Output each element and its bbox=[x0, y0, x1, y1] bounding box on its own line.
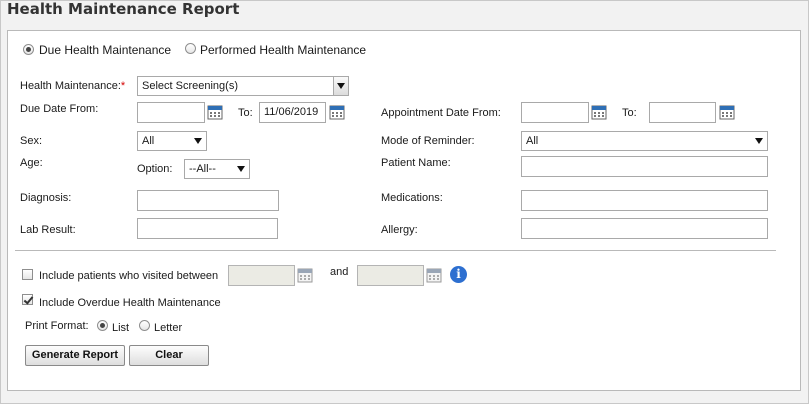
medications-input[interactable] bbox=[521, 190, 768, 211]
section-divider bbox=[15, 250, 776, 251]
health-maintenance-select[interactable]: Select Screening(s) bbox=[137, 76, 349, 96]
due-date-to-label: To: bbox=[238, 107, 253, 119]
mode-of-reminder-label: Mode of Reminder: bbox=[381, 135, 475, 147]
health-maintenance-label: Health Maintenance:* bbox=[20, 80, 126, 92]
chevron-down-icon bbox=[237, 166, 245, 172]
lab-result-label: Lab Result: bbox=[20, 224, 76, 236]
health-maintenance-select-value: Select Screening(s) bbox=[142, 80, 238, 92]
visited-end-date-input[interactable] bbox=[357, 265, 424, 286]
mode-of-reminder-select[interactable]: All bbox=[521, 131, 768, 151]
chevron-down-icon bbox=[333, 77, 348, 95]
allergy-input[interactable] bbox=[521, 218, 768, 239]
appointment-date-to-label: To: bbox=[622, 107, 637, 119]
print-format-letter-radio[interactable] bbox=[139, 320, 150, 331]
info-icon[interactable]: i bbox=[450, 266, 467, 283]
calendar-icon[interactable] bbox=[424, 265, 444, 285]
print-format-list-radio[interactable] bbox=[97, 320, 108, 331]
age-option-label: Option: bbox=[137, 163, 173, 175]
include-overdue-checkbox[interactable] bbox=[22, 294, 33, 305]
appointment-date-to-input[interactable] bbox=[649, 102, 716, 123]
print-format-label: Print Format: bbox=[25, 320, 89, 332]
due-date-from-input[interactable] bbox=[137, 102, 205, 123]
due-date-to-input[interactable]: 11/06/2019 bbox=[259, 102, 326, 123]
due-date-from-label: Due Date From: bbox=[20, 103, 99, 115]
lab-result-input[interactable] bbox=[137, 218, 278, 239]
calendar-icon[interactable] bbox=[717, 102, 737, 122]
calendar-icon[interactable] bbox=[589, 102, 609, 122]
patient-name-input[interactable] bbox=[521, 156, 768, 177]
due-health-maintenance-radio[interactable] bbox=[23, 44, 34, 55]
age-option-select[interactable]: --All-- bbox=[184, 159, 250, 179]
diagnosis-label: Diagnosis: bbox=[20, 192, 72, 204]
include-overdue-label[interactable]: Include Overdue Health Maintenance bbox=[39, 297, 221, 309]
age-label: Age: bbox=[20, 157, 43, 169]
appointment-date-from-input[interactable] bbox=[521, 102, 589, 123]
visited-start-date-input[interactable] bbox=[228, 265, 295, 286]
required-marker: * bbox=[120, 80, 126, 92]
calendar-icon[interactable] bbox=[205, 102, 225, 122]
visited-between-label[interactable]: Include patients who visited between bbox=[39, 270, 218, 282]
diagnosis-input[interactable] bbox=[137, 190, 279, 211]
medications-label: Medications: bbox=[381, 192, 443, 204]
mode-of-reminder-select-value: All bbox=[526, 135, 539, 147]
generate-report-button[interactable]: Generate Report bbox=[25, 345, 125, 366]
performed-health-maintenance-label[interactable]: Performed Health Maintenance bbox=[200, 43, 366, 57]
chevron-down-icon bbox=[194, 138, 202, 144]
age-option-select-value: --All-- bbox=[189, 163, 216, 175]
sex-select-value: All bbox=[142, 135, 155, 147]
chevron-down-icon bbox=[755, 138, 763, 144]
sex-select[interactable]: All bbox=[137, 131, 207, 151]
patient-name-label: Patient Name: bbox=[381, 157, 451, 169]
print-format-letter-label[interactable]: Letter bbox=[154, 322, 182, 334]
page-title: Health Maintenance Report bbox=[7, 0, 240, 18]
performed-health-maintenance-radio[interactable] bbox=[185, 43, 196, 54]
calendar-icon[interactable] bbox=[327, 102, 347, 122]
print-format-list-label[interactable]: List bbox=[112, 322, 129, 334]
visited-and-label: and bbox=[330, 266, 349, 278]
visited-between-checkbox[interactable] bbox=[22, 269, 33, 280]
allergy-label: Allergy: bbox=[381, 224, 418, 236]
clear-button[interactable]: Clear bbox=[129, 345, 209, 366]
due-health-maintenance-label[interactable]: Due Health Maintenance bbox=[39, 43, 171, 57]
appointment-date-from-label: Appointment Date From: bbox=[381, 107, 501, 119]
calendar-icon[interactable] bbox=[295, 265, 315, 285]
sex-label: Sex: bbox=[20, 135, 43, 147]
